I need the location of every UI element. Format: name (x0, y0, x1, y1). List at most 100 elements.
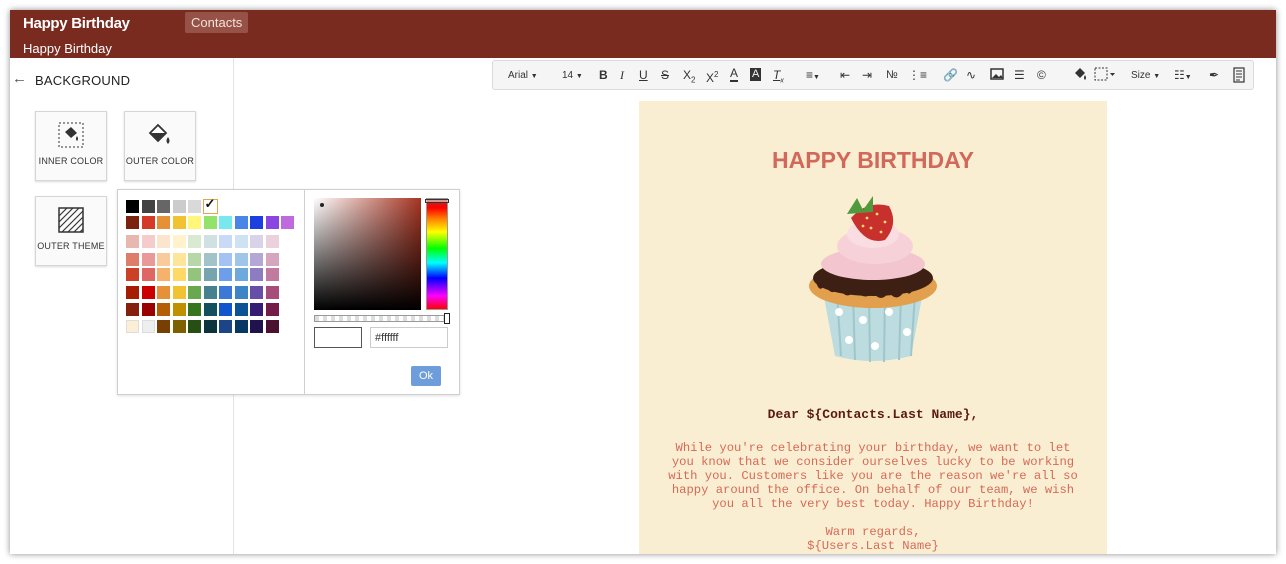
ordered-list-icon[interactable]: № (886, 67, 898, 83)
color-swatch[interactable] (172, 286, 186, 299)
superscript-icon[interactable]: X2 (706, 67, 718, 85)
color-swatch[interactable] (250, 253, 263, 266)
color-swatch[interactable] (188, 268, 201, 281)
color-swatch[interactable] (188, 320, 201, 333)
color-swatch[interactable] (126, 303, 139, 316)
color-swatch[interactable] (250, 216, 263, 229)
color-swatch[interactable] (172, 320, 186, 333)
email-body[interactable]: While you're celebrating your birthday, … (659, 441, 1087, 511)
color-swatch[interactable] (141, 303, 155, 316)
color-swatch[interactable] (234, 268, 248, 281)
color-swatch[interactable] (219, 286, 232, 299)
color-swatch[interactable] (157, 286, 170, 299)
color-swatch[interactable] (234, 286, 248, 299)
color-swatch[interactable] (234, 216, 248, 229)
contacts-module-button[interactable]: Contacts (185, 12, 249, 33)
color-swatch[interactable] (265, 253, 279, 266)
color-swatch[interactable] (188, 235, 201, 248)
opacity-slider[interactable] (314, 313, 450, 324)
saturation-value-area[interactable] (314, 198, 421, 310)
color-swatch[interactable] (141, 200, 155, 213)
color-swatch[interactable] (157, 200, 170, 213)
subscript-icon[interactable]: X2 (683, 67, 695, 84)
color-swatch[interactable] (157, 253, 170, 266)
color-swatch[interactable] (141, 286, 155, 299)
fill-color-icon[interactable] (1073, 67, 1087, 83)
unordered-list-icon[interactable]: ⋮≡ (908, 67, 927, 83)
color-swatch[interactable] (126, 320, 139, 333)
color-swatch[interactable] (126, 268, 139, 281)
underline-icon[interactable]: U (639, 67, 648, 83)
source-icon[interactable] (1233, 67, 1245, 83)
font-color-icon[interactable]: A (730, 67, 739, 82)
color-swatch[interactable] (141, 268, 155, 281)
color-swatch[interactable] (157, 320, 170, 333)
strikethrough-icon[interactable]: S (661, 67, 669, 83)
color-swatch[interactable] (250, 320, 263, 333)
color-swatch[interactable] (234, 253, 248, 266)
bold-icon[interactable]: B (599, 67, 608, 83)
color-swatch[interactable] (203, 235, 217, 248)
outer-color-tile[interactable]: OUTER COLOR (124, 111, 196, 181)
align-icon[interactable]: ≡▼ (806, 67, 820, 83)
sv-cursor[interactable] (320, 203, 324, 207)
color-swatch[interactable] (203, 268, 217, 281)
color-swatch[interactable] (219, 216, 232, 229)
color-swatch[interactable] (188, 216, 201, 229)
color-swatch[interactable] (172, 253, 186, 266)
table-icon[interactable]: ☷▼ (1174, 67, 1192, 83)
color-swatch[interactable] (157, 216, 170, 229)
opacity-handle[interactable] (444, 313, 450, 324)
hue-slider[interactable] (425, 198, 449, 310)
email-signoff[interactable]: Warm regards, ${Users.Last Name} (639, 525, 1107, 553)
color-swatch[interactable] (172, 216, 186, 229)
color-swatch[interactable] (203, 286, 217, 299)
cupcake-icon[interactable] (807, 194, 939, 366)
color-swatch[interactable] (141, 216, 155, 229)
email-title[interactable]: HAPPY BIRTHDAY (639, 147, 1107, 174)
email-canvas[interactable]: HAPPY BIRTHDAY Dear ${Contacts.Last Name… (639, 101, 1107, 554)
copyright-icon[interactable]: © (1037, 67, 1046, 83)
color-swatch[interactable] (219, 235, 232, 248)
horizontal-rule-icon[interactable]: ☰ (1014, 67, 1025, 83)
color-swatch[interactable] (172, 303, 186, 316)
outer-theme-tile[interactable]: OUTER THEME (35, 196, 107, 266)
color-swatch[interactable] (172, 200, 186, 213)
color-swatch[interactable] (172, 235, 186, 248)
indent-icon[interactable]: ⇥ (862, 67, 872, 83)
color-swatch[interactable] (265, 216, 279, 229)
inner-color-tile[interactable]: INNER COLOR (35, 111, 107, 181)
color-swatch[interactable] (141, 320, 155, 333)
image-icon[interactable] (990, 67, 1004, 83)
color-swatch[interactable] (188, 303, 201, 316)
color-swatch[interactable] (250, 235, 263, 248)
arrow-left-icon[interactable]: ← (12, 70, 27, 87)
color-swatch[interactable] (281, 216, 294, 229)
color-swatch[interactable] (250, 286, 263, 299)
color-swatch[interactable] (141, 235, 155, 248)
color-swatch[interactable] (250, 268, 263, 281)
color-swatch[interactable] (219, 320, 232, 333)
color-swatch[interactable] (172, 268, 186, 281)
hue-handle[interactable] (425, 199, 449, 203)
font-size-select[interactable]: 14 ▼ (562, 68, 583, 84)
color-swatch[interactable] (157, 235, 170, 248)
background-color-icon[interactable]: A (750, 68, 762, 81)
color-swatch[interactable] (234, 303, 248, 316)
color-swatch[interactable] (265, 320, 279, 333)
ok-button[interactable]: Ok (411, 366, 441, 386)
link-icon[interactable]: 🔗 (943, 67, 958, 83)
hex-input[interactable] (370, 327, 448, 348)
color-swatch[interactable] (126, 253, 139, 266)
color-swatch[interactable] (188, 253, 201, 266)
font-family-select[interactable]: Arial ▼ (508, 68, 538, 84)
color-swatch[interactable] (203, 320, 217, 333)
border-icon[interactable] (1094, 67, 1116, 83)
color-swatch[interactable] (157, 268, 170, 281)
color-swatch[interactable] (188, 200, 201, 213)
color-swatch[interactable] (234, 320, 248, 333)
color-swatch[interactable] (265, 303, 279, 316)
color-swatch[interactable] (219, 303, 232, 316)
color-swatch[interactable] (126, 200, 139, 213)
color-swatch[interactable] (265, 286, 279, 299)
